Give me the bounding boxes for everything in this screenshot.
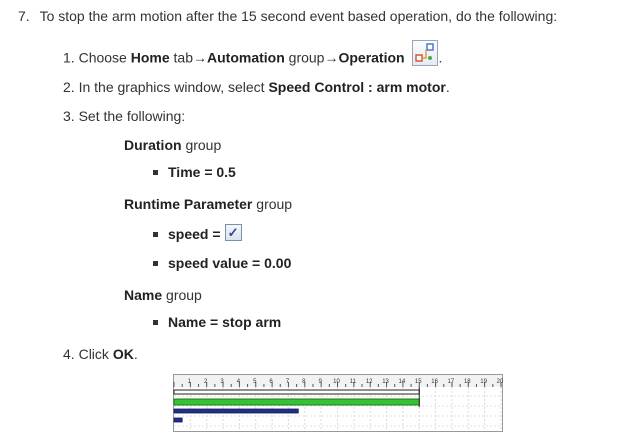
group-label: group <box>284 49 325 66</box>
period: . <box>438 49 443 66</box>
ruler-label: 13 <box>382 379 389 385</box>
group-name: Duration <box>124 137 182 153</box>
speed-label: speed = <box>168 226 221 242</box>
group-suffix: group <box>252 196 293 212</box>
bullet <box>153 169 158 175</box>
timeline-bar <box>173 398 420 406</box>
ruler-label: 19 <box>480 379 487 385</box>
list-item: speed = ✓ <box>153 223 242 244</box>
substep-prefix: In the graphics window, select <box>78 79 269 95</box>
name-group-heading: Name group <box>124 285 202 305</box>
list-item: Time = 0.5 <box>153 162 236 182</box>
ruler-label: 14 <box>399 379 406 385</box>
selection-label: Speed Control : arm motor <box>268 79 446 95</box>
operation-label: Operation <box>338 49 405 66</box>
list-item: Name = stop arm <box>153 312 281 332</box>
home-tab-label: Home <box>130 49 170 66</box>
ruler-label: 10 <box>333 379 340 385</box>
tab-label: tab <box>169 49 193 66</box>
automation-group-label: Automation <box>207 49 285 66</box>
substep-prefix: Click <box>78 346 113 362</box>
runtime-group-heading: Runtime Parameter group <box>124 194 292 214</box>
ruler-label: 20 <box>497 379 503 385</box>
timeline-bar <box>173 408 299 414</box>
bullet <box>153 319 158 325</box>
arrow: → <box>324 49 339 66</box>
speed-value-setting: speed value = 0.00 <box>168 255 292 271</box>
substep-text: Set the following: <box>78 108 186 124</box>
step-7: 7. To stop the arm motion after the 15 s… <box>18 6 557 26</box>
ruler-label: 11 <box>350 379 357 385</box>
list-item: speed value = 0.00 <box>153 253 291 273</box>
ruler-label: 16 <box>431 379 438 385</box>
substep-number: 3. <box>63 108 75 124</box>
speed-checkbox[interactable]: ✓ <box>224 223 242 241</box>
ruler-label: 18 <box>464 379 471 385</box>
substep-number: 1. <box>63 49 75 66</box>
group-name: Runtime Parameter <box>124 196 253 212</box>
step-text: To stop the arm motion after the 15 seco… <box>39 8 558 24</box>
group-suffix: group <box>181 137 222 153</box>
name-setting: Name = stop arm <box>168 314 282 330</box>
timeline-bar <box>173 389 420 395</box>
ok-label: OK <box>112 346 134 362</box>
substep-number: 2. <box>63 79 75 95</box>
ruler-label: 17 <box>448 379 455 385</box>
bullet <box>153 231 158 237</box>
bullet <box>153 260 158 266</box>
substep-number: 4. <box>63 346 75 362</box>
timeline-figure: 1 2 3 4 5 6 7 8 9 10 11 12 13 14 15 16 17 18 19 20 <box>173 374 503 432</box>
duration-group-heading: Duration group <box>124 135 221 155</box>
group-name: Name <box>124 287 163 303</box>
group-suffix: group <box>162 287 202 303</box>
substep-prefix: Choose <box>78 49 131 66</box>
period: . <box>133 346 138 362</box>
substep-2: 2. In the graphics window, select Speed … <box>63 77 450 97</box>
ruler-label: 15 <box>415 379 422 385</box>
period: . <box>445 79 450 95</box>
arrow: → <box>193 49 207 66</box>
operation-icon <box>412 40 439 66</box>
ruler-label: 12 <box>366 379 373 385</box>
substep-3: 3. Set the following: <box>63 106 185 126</box>
step-number: 7. <box>18 8 30 24</box>
substep-4: 4. Click OK. <box>63 344 138 364</box>
substep-1: 1. Choose Home tab→Automation group→Oper… <box>63 40 443 72</box>
time-setting: Time = 0.5 <box>168 164 236 180</box>
timeline-bar <box>173 417 183 423</box>
